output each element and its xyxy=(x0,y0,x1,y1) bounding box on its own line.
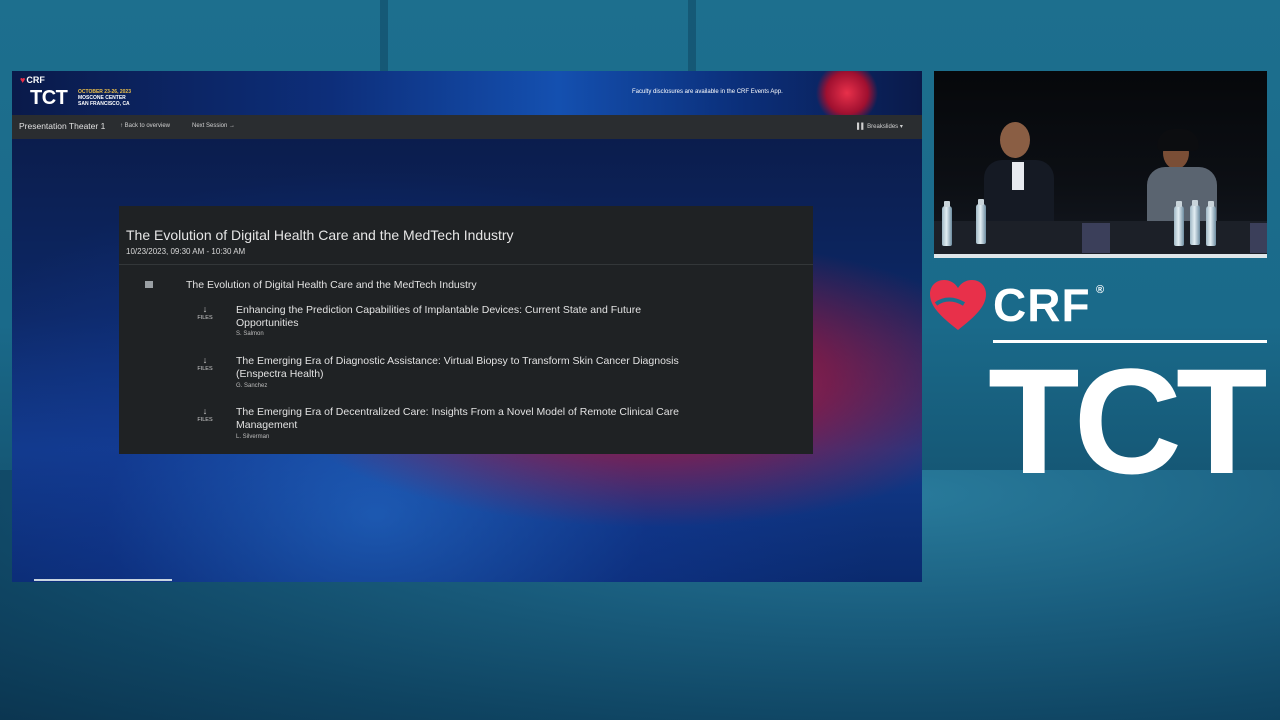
breakslides-dropdown[interactable]: ▌▌ Breakslides ▾ xyxy=(857,123,903,130)
room-title[interactable]: Presentation Theater 1 xyxy=(19,121,105,131)
files-label: FILES xyxy=(197,366,213,372)
talk-title[interactable]: The Emerging Era of Decentralized Care: … xyxy=(236,406,706,431)
water-bottle xyxy=(1190,200,1200,245)
files-download-button[interactable]: ↓ FILES xyxy=(191,406,219,423)
back-to-overview-link[interactable]: ↑ Back to overview xyxy=(120,123,170,129)
water-bottle xyxy=(942,201,952,246)
logo-tct-text: TCT xyxy=(30,87,68,109)
crf-tct-brand: CRF ® TCT xyxy=(930,278,1270,496)
brand-tct-text: TCT xyxy=(988,337,1268,505)
tct-logo[interactable]: ♥CRF TCT OCTOBER 23-26, 2023 MOSCONE CEN… xyxy=(20,75,140,113)
download-arrow-icon: ↓ xyxy=(202,406,208,416)
brand-crf-text: CRF xyxy=(993,279,1091,331)
session-navbar: Presentation Theater 1 ↑ Back to overvie… xyxy=(12,115,922,139)
divider xyxy=(119,264,813,265)
faculty-disclosure-notice: Faculty disclosures are available in the… xyxy=(632,89,783,95)
talk-author: S. Salmon xyxy=(236,331,264,337)
files-download-button[interactable]: ↓ FILES xyxy=(191,355,219,372)
table-sign xyxy=(1250,223,1267,253)
next-session-link[interactable]: Next Session → xyxy=(192,123,235,129)
talk-title[interactable]: The Emerging Era of Diagnostic Assistanc… xyxy=(236,355,706,380)
logo-dates: OCTOBER 23-26, 2023 MOSCONE CENTER SAN F… xyxy=(78,89,131,107)
water-bottle xyxy=(1206,201,1216,246)
files-label: FILES xyxy=(197,417,213,423)
files-download-button[interactable]: ↓ FILES xyxy=(191,304,219,321)
talk-item: ↓ FILES The Emerging Era of Decentralize… xyxy=(119,406,813,452)
water-bottle xyxy=(1174,201,1184,246)
talk-author: G. Sanchez xyxy=(236,383,268,389)
download-arrow-icon: ↓ xyxy=(202,355,208,365)
crf-heart-icon: ♥ xyxy=(20,75,26,85)
speaker-video-feed xyxy=(934,71,1267,258)
water-bottle xyxy=(976,199,986,244)
files-label: FILES xyxy=(197,315,213,321)
playback-progress-bar[interactable] xyxy=(34,579,172,581)
talk-item: ↓ FILES The Emerging Era of Diagnostic A… xyxy=(119,355,813,401)
registered-mark: ® xyxy=(1096,284,1105,296)
session-title: The Evolution of Digital Health Care and… xyxy=(126,227,514,243)
presentation-browser: ♥CRF TCT OCTOBER 23-26, 2023 MOSCONE CEN… xyxy=(12,71,922,582)
table-sign xyxy=(1082,223,1110,253)
video-bottom-bar xyxy=(934,254,1267,258)
heart-background-artwork: The Evolution of Digital Health Care and… xyxy=(12,139,922,582)
background-bridge xyxy=(380,0,696,80)
talk-item: ↓ FILES Enhancing the Prediction Capabil… xyxy=(119,304,813,350)
banner-heart-graphic xyxy=(812,71,882,115)
group-title: The Evolution of Digital Health Care and… xyxy=(186,279,477,291)
talk-author: L. Silverman xyxy=(236,434,270,440)
session-card: The Evolution of Digital Health Care and… xyxy=(119,206,813,454)
logo-venue-2: SAN FRANCISCO, CA xyxy=(78,101,130,107)
heart-logo-icon xyxy=(930,280,986,330)
event-banner: ♥CRF TCT OCTOBER 23-26, 2023 MOSCONE CEN… xyxy=(12,71,922,115)
talk-title[interactable]: Enhancing the Prediction Capabilities of… xyxy=(236,304,706,329)
session-time: 10/23/2023, 09:30 AM - 10:30 AM xyxy=(126,247,246,256)
logo-crf-text: CRF xyxy=(26,75,45,85)
list-square-icon xyxy=(145,281,153,288)
download-arrow-icon: ↓ xyxy=(202,304,208,314)
